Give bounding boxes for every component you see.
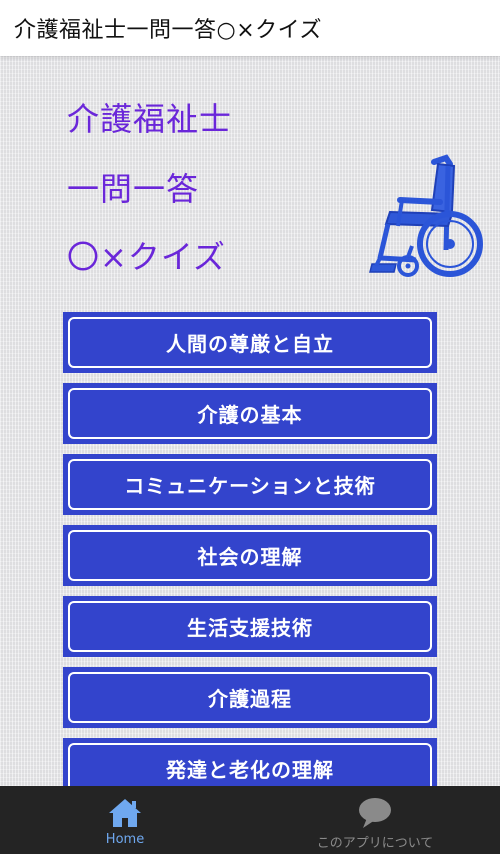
nav-home-label: Home [105,832,145,847]
bottom-navigation: Home このアプリについて [0,786,500,854]
category-button-communication[interactable]: コミュニケーションと技術 [63,454,437,515]
category-button-life-support[interactable]: 生活支援技術 [63,596,437,657]
home-icon [109,799,141,827]
category-button-aging[interactable]: 発達と老化の理解 [63,738,437,786]
nav-about-app-label: このアプリについて [316,836,434,851]
category-button-care-basics[interactable]: 介護の基本 [63,383,437,444]
category-button-label: 介護の基本 [68,388,432,439]
hero-title-line-1: 介護福祉士 [67,100,233,138]
main-content[interactable]: 介護福祉士 一問一答 〇×クイズ 人間の尊厳と自立 介護の基本 コミュニケーショ… [0,56,500,786]
nav-about-app[interactable]: このアプリについて [250,786,500,854]
category-button-care-process[interactable]: 介護過程 [63,667,437,728]
app-bar: 介護福祉士一問一答○×クイズ [0,0,500,56]
category-button-society[interactable]: 社会の理解 [63,525,437,586]
app-title: 介護福祉士一問一答○×クイズ [14,18,322,43]
category-button-dignity[interactable]: 人間の尊厳と自立 [63,312,437,373]
category-button-label: 生活支援技術 [68,601,432,652]
category-button-label: 発達と老化の理解 [68,743,432,786]
wheelchair-icon [369,154,483,277]
hero-title-line-2: 一問一答 [67,170,200,208]
hero-title-line-3: 〇×クイズ [67,238,226,276]
category-button-label: 介護過程 [68,672,432,723]
category-button-label: 社会の理解 [68,530,432,581]
category-button-label: 人間の尊厳と自立 [68,317,432,368]
category-menu: 人間の尊厳と自立 介護の基本 コミュニケーションと技術 社会の理解 生活支援技術… [63,312,437,786]
category-button-label: コミュニケーションと技術 [68,459,432,510]
nav-home[interactable]: Home [0,786,250,854]
speech-bubble-icon [359,798,391,828]
